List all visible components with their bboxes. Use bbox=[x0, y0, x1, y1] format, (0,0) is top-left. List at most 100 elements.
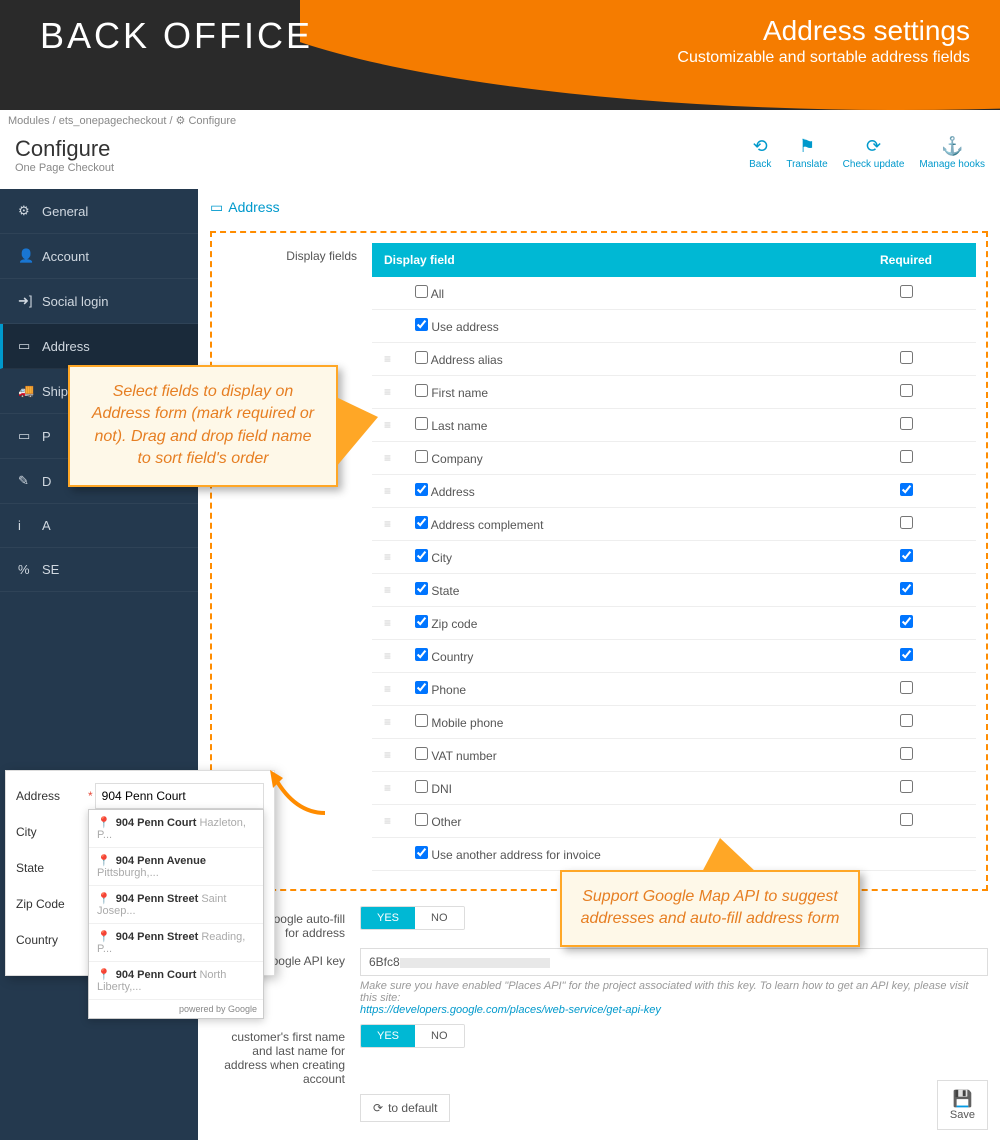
display-checkbox[interactable] bbox=[415, 780, 428, 793]
required-checkbox[interactable] bbox=[900, 285, 913, 298]
drag-handle bbox=[372, 277, 403, 310]
required-checkbox[interactable] bbox=[900, 582, 913, 595]
header-subtitle: Address settings bbox=[677, 15, 970, 47]
display-checkbox[interactable] bbox=[415, 681, 428, 694]
reset-button[interactable]: ⟳to default bbox=[360, 1094, 450, 1122]
sidebar-item-social-login[interactable]: ➜]Social login bbox=[0, 279, 198, 324]
required-checkbox[interactable] bbox=[900, 813, 913, 826]
page-header: BACK OFFICE Address settings Customizabl… bbox=[0, 0, 1000, 110]
field-row: ≡ Zip code bbox=[372, 607, 976, 640]
field-row: ≡ Other bbox=[372, 805, 976, 838]
display-fields-label: Display fields bbox=[222, 243, 372, 263]
required-checkbox[interactable] bbox=[900, 450, 913, 463]
name-toggle[interactable]: YESNO bbox=[360, 1024, 465, 1048]
field-row: ≡ Address alias bbox=[372, 343, 976, 376]
address-icon: ▭ bbox=[210, 199, 223, 216]
save-button[interactable]: 💾 Save bbox=[937, 1080, 988, 1130]
autofill-toggle[interactable]: YESNO bbox=[360, 906, 465, 930]
required-checkbox[interactable] bbox=[900, 384, 913, 397]
api-key-help: Make sure you have enabled "Places API" … bbox=[360, 980, 988, 1016]
display-checkbox[interactable] bbox=[415, 516, 428, 529]
toolbar-translate[interactable]: ⚑Translate bbox=[786, 136, 827, 170]
required-checkbox[interactable] bbox=[900, 615, 913, 628]
display-checkbox[interactable] bbox=[415, 813, 428, 826]
save-icon: 💾 bbox=[950, 1089, 975, 1109]
display-checkbox[interactable] bbox=[415, 549, 428, 562]
display-checkbox[interactable] bbox=[415, 417, 428, 430]
field-row: Use address bbox=[372, 310, 976, 343]
sidebar-item-account[interactable]: 👤Account bbox=[0, 234, 198, 279]
col-required: Required bbox=[836, 243, 976, 277]
display-checkbox[interactable] bbox=[415, 483, 428, 496]
field-row: ≡ Address complement bbox=[372, 508, 976, 541]
required-checkbox[interactable] bbox=[900, 681, 913, 694]
required-checkbox[interactable] bbox=[900, 747, 913, 760]
required-checkbox[interactable] bbox=[900, 516, 913, 529]
drag-handle[interactable]: ≡ bbox=[372, 706, 403, 739]
callout-google: Support Google Map API to suggest addres… bbox=[560, 870, 860, 947]
sidebar-item-address[interactable]: ▭Address bbox=[0, 324, 198, 369]
panel-title: ▭Address bbox=[210, 199, 988, 216]
content-panel: ▭Address Display fields Display field Re… bbox=[198, 189, 1000, 1140]
display-checkbox[interactable] bbox=[415, 351, 428, 364]
required-checkbox[interactable] bbox=[900, 549, 913, 562]
field-row: ≡ Company bbox=[372, 442, 976, 475]
toolbar-back[interactable]: ⟲Back bbox=[749, 136, 771, 170]
display-checkbox[interactable] bbox=[415, 615, 428, 628]
drag-handle[interactable]: ≡ bbox=[372, 640, 403, 673]
drag-handle[interactable]: ≡ bbox=[372, 673, 403, 706]
display-checkbox[interactable] bbox=[415, 318, 428, 331]
fields-table: Display field Required All Use address≡ … bbox=[372, 243, 976, 871]
field-row: ≡ Country bbox=[372, 640, 976, 673]
autofill-popup: Address* City* State* Zip Code* Country*… bbox=[5, 770, 275, 976]
autocomplete-option[interactable]: 📍904 Penn Street Reading, P... bbox=[89, 924, 263, 962]
drag-handle[interactable]: ≡ bbox=[372, 475, 403, 508]
display-checkbox[interactable] bbox=[415, 846, 428, 859]
display-checkbox[interactable] bbox=[415, 714, 428, 727]
drag-handle[interactable]: ≡ bbox=[372, 805, 403, 838]
display-checkbox[interactable] bbox=[415, 384, 428, 397]
drag-handle[interactable]: ≡ bbox=[372, 772, 403, 805]
breadcrumb[interactable]: Modules / ets_onepagecheckout / ⚙ Config… bbox=[0, 110, 1000, 131]
drag-handle[interactable]: ≡ bbox=[372, 607, 403, 640]
autocomplete-option[interactable]: 📍904 Penn Court Hazleton, P... bbox=[89, 810, 263, 848]
field-row: ≡ State bbox=[372, 574, 976, 607]
display-checkbox[interactable] bbox=[415, 648, 428, 661]
address-input[interactable] bbox=[95, 783, 264, 809]
autocomplete-option[interactable]: 📍904 Penn Street Saint Josep... bbox=[89, 886, 263, 924]
drag-handle[interactable]: ≡ bbox=[372, 343, 403, 376]
required-checkbox[interactable] bbox=[900, 483, 913, 496]
drag-handle[interactable]: ≡ bbox=[372, 574, 403, 607]
drag-handle[interactable]: ≡ bbox=[372, 739, 403, 772]
required-checkbox[interactable] bbox=[900, 648, 913, 661]
callout-fields: Select fields to display on Address form… bbox=[68, 365, 338, 487]
field-row: ≡ Phone bbox=[372, 673, 976, 706]
required-checkbox[interactable] bbox=[900, 351, 913, 364]
toolbar-check-update[interactable]: ⟳Check update bbox=[843, 136, 905, 170]
display-checkbox[interactable] bbox=[415, 285, 428, 298]
back-office-title: BACK OFFICE bbox=[40, 15, 313, 57]
drag-handle bbox=[372, 310, 403, 343]
drag-handle[interactable]: ≡ bbox=[372, 541, 403, 574]
col-display-field: Display field bbox=[372, 243, 836, 277]
autocomplete-dropdown[interactable]: 📍904 Penn Court Hazleton, P...📍904 Penn … bbox=[88, 809, 264, 1019]
api-key-link[interactable]: https://developers.google.com/places/web… bbox=[360, 1004, 661, 1016]
sidebar-item-a[interactable]: iA bbox=[0, 504, 198, 548]
sidebar-item-se[interactable]: %SE bbox=[0, 548, 198, 592]
drag-handle bbox=[372, 838, 403, 871]
required-checkbox[interactable] bbox=[900, 714, 913, 727]
sidebar-item-general[interactable]: ⚙General bbox=[0, 189, 198, 234]
page-title: Configure bbox=[15, 136, 114, 162]
name-setting-label: customer's first name and last name for … bbox=[210, 1024, 360, 1086]
required-checkbox[interactable] bbox=[900, 417, 913, 430]
toolbar-manage-hooks[interactable]: ⚓Manage hooks bbox=[919, 136, 985, 170]
display-checkbox[interactable] bbox=[415, 747, 428, 760]
required-checkbox[interactable] bbox=[900, 780, 913, 793]
powered-by-google: powered by Google bbox=[89, 1000, 263, 1018]
drag-handle[interactable]: ≡ bbox=[372, 508, 403, 541]
autocomplete-option[interactable]: 📍904 Penn Avenue Pittsburgh,... bbox=[89, 848, 263, 886]
api-key-input[interactable]: 6Bfc8 bbox=[360, 948, 988, 976]
autocomplete-option[interactable]: 📍904 Penn Court North Liberty,... bbox=[89, 962, 263, 1000]
display-checkbox[interactable] bbox=[415, 582, 428, 595]
display-checkbox[interactable] bbox=[415, 450, 428, 463]
